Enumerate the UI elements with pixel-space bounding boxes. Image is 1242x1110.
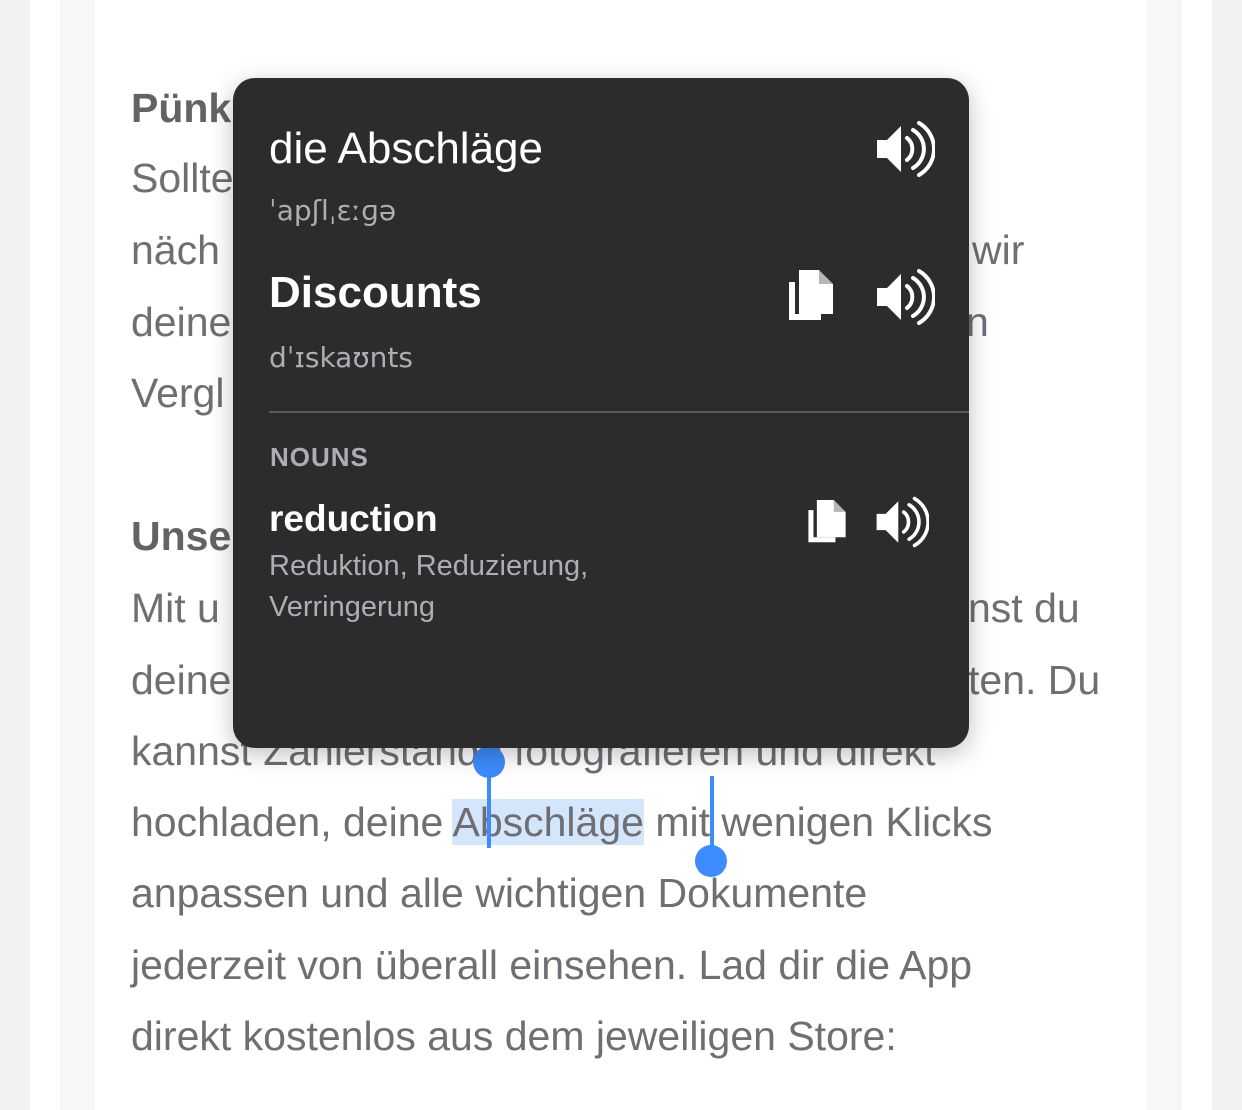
article-line: Sollte xyxy=(131,155,234,201)
article-line: Mit u xyxy=(131,585,220,631)
article-text: hochladen, deine xyxy=(131,799,453,845)
entry-synonyms: Reduktion, Reduzierung, Verringerung xyxy=(269,550,589,623)
source-pronunciation: ˈapʃlˌɛːɡə xyxy=(269,194,397,227)
article-line: anpassen und alle wichtigen Dokumente xyxy=(131,870,868,916)
window-edge-right xyxy=(1212,0,1242,1110)
article-line-fragment: ten. Du xyxy=(968,657,1101,703)
article-heading-2: Unse xyxy=(131,513,232,559)
section-label: NOUNS xyxy=(270,442,369,472)
article-text: mit wenigen Klicks xyxy=(643,799,993,845)
translation-word: Discounts xyxy=(269,268,482,317)
selection-start-handle[interactable] xyxy=(473,746,505,778)
speaker-icon[interactable] xyxy=(873,266,937,333)
article-line-with-selection: hochladen, deine Abschläge mit wenigen K… xyxy=(131,799,993,845)
article-line: näch xyxy=(131,227,220,273)
article-line: jederzeit von überall einsehen. Lad dir … xyxy=(131,942,973,988)
selected-word[interactable]: Abschläge xyxy=(452,799,644,845)
selection-end-bar xyxy=(710,776,714,848)
speaker-icon[interactable] xyxy=(873,494,930,555)
popover-divider xyxy=(269,411,969,413)
translation-pronunciation: dˈɪskaʊnts xyxy=(269,341,413,374)
source-word: die Abschläge xyxy=(269,124,543,173)
entry-word: reduction xyxy=(269,498,438,539)
article-heading-1: Pünk xyxy=(131,85,232,131)
translation-popover: die Abschläge ˈapʃlˌɛːɡə Discounts dˈɪsk… xyxy=(233,78,969,748)
article-line: deine xyxy=(131,299,232,345)
page-margin-right xyxy=(1147,0,1182,1110)
selection-end-handle[interactable] xyxy=(695,845,727,877)
article-line: direkt kostenlos aus dem jeweiligen Stor… xyxy=(131,1013,897,1059)
selection-start-bar xyxy=(487,776,491,848)
copy-icon[interactable] xyxy=(805,498,849,551)
article-line: Vergl xyxy=(131,370,225,416)
article-line: deine xyxy=(131,657,232,703)
window-edge-left xyxy=(0,0,30,1110)
copy-icon[interactable] xyxy=(785,268,837,329)
speaker-icon[interactable] xyxy=(873,118,937,185)
article-line-fragment: nst du xyxy=(968,585,1080,631)
article-line-fragment: wir xyxy=(972,227,1025,273)
article-line-fragment: n xyxy=(966,299,989,345)
page-margin-left xyxy=(60,0,95,1110)
